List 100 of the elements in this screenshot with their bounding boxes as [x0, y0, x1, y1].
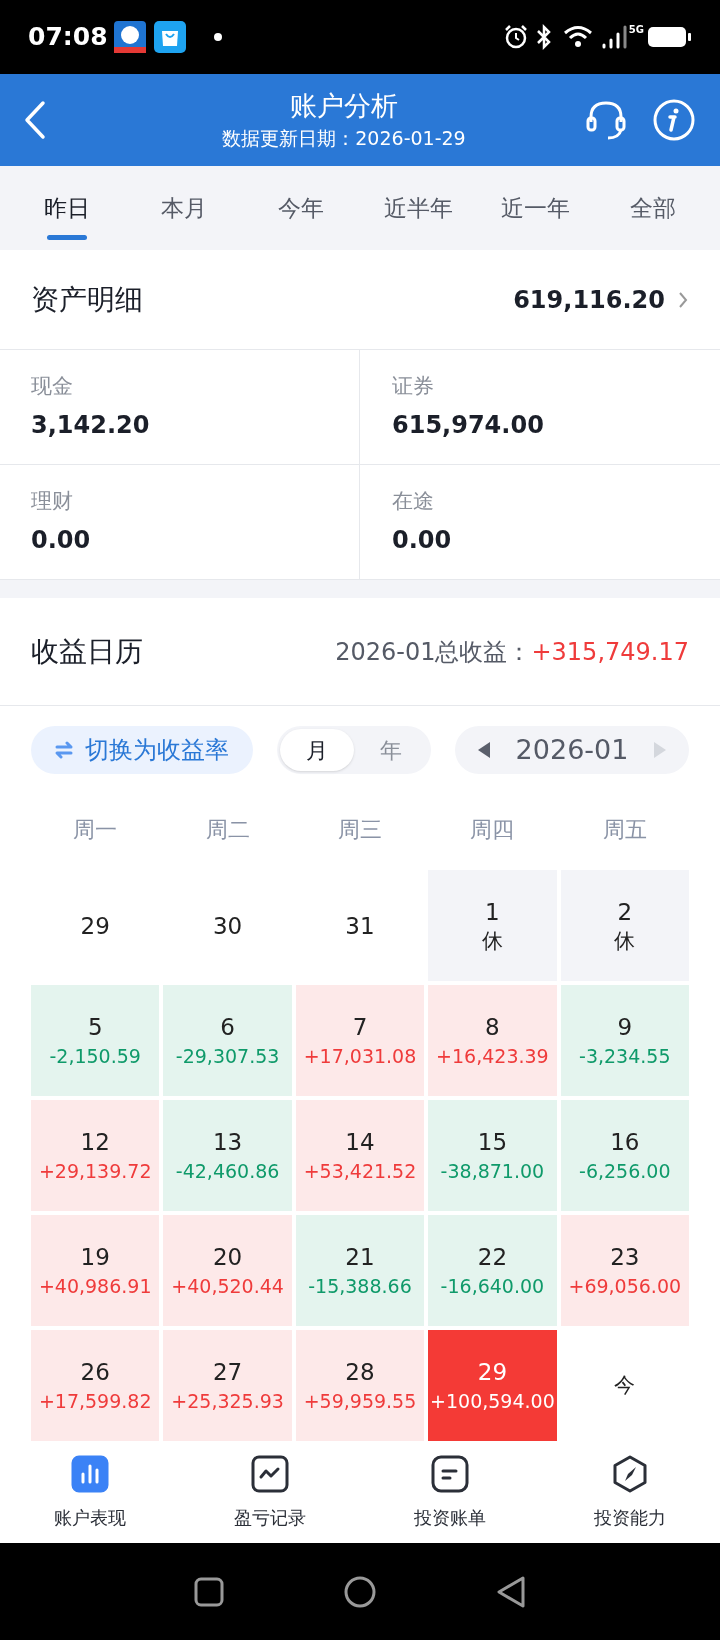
calendar-day[interactable]: 13 -42,460.86 [163, 1100, 292, 1211]
bottom-nav-item[interactable]: 投资账单 [360, 1453, 540, 1531]
month-label: 2026-01 [515, 732, 629, 767]
bluetooth-icon [534, 24, 553, 50]
day-number: 5 [87, 1012, 103, 1042]
day-number: 今 [614, 1371, 636, 1399]
calendar-day[interactable]: 20 +40,520.44 [163, 1215, 292, 1326]
calendar-day[interactable]: 2 休 [560, 870, 689, 981]
wifi-icon [562, 25, 593, 49]
calendar-day[interactable]: 26 +17,599.82 [31, 1330, 160, 1441]
period-tab[interactable]: 本月 [125, 166, 243, 250]
switch-to-rate-button[interactable]: 切换为收益率 [31, 726, 253, 774]
network-type: 5G [628, 23, 644, 37]
daily-profit: +59,959.55 [303, 1388, 417, 1414]
weekday-label: 周二 [204, 815, 251, 844]
bottom-nav-item[interactable]: 投资能力 [540, 1453, 720, 1531]
daily-profit: -3,234.55 [579, 1043, 671, 1069]
day-number: 9 [617, 1012, 633, 1042]
period-tab[interactable]: 昨日 [8, 166, 126, 250]
weekday-label: 周五 [601, 815, 648, 844]
daily-profit: +40,986.91 [38, 1273, 152, 1299]
calendar-day[interactable]: 12 +29,139.72 [31, 1100, 160, 1211]
back-icon [24, 100, 46, 140]
asset-label: 现金 [31, 373, 74, 401]
previous-month-icon[interactable] [477, 741, 491, 759]
asset-label: 证券 [392, 373, 435, 401]
page-title: 账户分析 [290, 89, 398, 123]
daily-profit: -38,871.00 [440, 1158, 545, 1184]
day-number: 14 [345, 1127, 375, 1157]
daily-profit: -42,460.86 [175, 1158, 280, 1184]
day-number: 30 [212, 911, 243, 941]
period-tab[interactable]: 近半年 [360, 166, 478, 250]
daily-profit: -29,307.53 [175, 1043, 280, 1069]
day-number: 31 [345, 911, 375, 941]
holiday-label: 休 [481, 927, 503, 955]
day-number: 13 [212, 1127, 243, 1157]
swap-icon [55, 741, 73, 759]
home-icon[interactable] [344, 1575, 376, 1608]
calendar-day[interactable]: 1 休 [428, 870, 557, 981]
calendar-day[interactable]: 27 +25,325.93 [163, 1330, 292, 1441]
asset-value: 615,974.00 [392, 409, 545, 441]
weekday-label: 周一 [72, 815, 119, 844]
asset-label: 理财 [31, 488, 74, 516]
weekday-label: 周四 [469, 815, 516, 844]
calendar-day[interactable]: 16 -6,256.00 [560, 1100, 689, 1211]
asset-label: 在途 [392, 488, 435, 516]
back-nav-icon[interactable] [496, 1575, 526, 1608]
calendar-day[interactable]: 23 +69,056.00 [560, 1215, 689, 1326]
view-mode-option[interactable]: 月 [280, 729, 354, 771]
calendar-day[interactable]: 6 -29,307.53 [163, 985, 292, 1096]
daily-profit: +69,056.00 [568, 1273, 682, 1299]
monthly-total-value: +315,749.17 [531, 636, 689, 668]
day-number: 8 [485, 1012, 500, 1042]
daily-profit: -16,640.00 [440, 1273, 545, 1299]
bottom-nav-item[interactable]: 盈亏记录 [180, 1453, 360, 1531]
recent-apps-icon[interactable] [194, 1576, 224, 1607]
calendar-day[interactable]: 28 +59,959.55 [295, 1330, 425, 1441]
info-icon[interactable] [652, 98, 696, 142]
section-title: 资产明细 [31, 281, 144, 318]
daily-profit: -6,256.00 [579, 1158, 671, 1184]
calendar-day[interactable]: 7 +17,031.08 [295, 985, 425, 1096]
day-number: 20 [212, 1242, 243, 1272]
asset-value: 0.00 [392, 524, 453, 556]
signal-icon [600, 23, 629, 51]
battery-icon [648, 26, 692, 48]
calendar-day[interactable]: 8 +16,423.39 [428, 985, 557, 1096]
asset-value: 0.00 [31, 524, 92, 556]
day-number: 16 [610, 1127, 640, 1157]
bottom-nav-item[interactable]: 账户表现 [0, 1453, 180, 1531]
period-tab[interactable]: 今年 [242, 166, 360, 250]
day-number: 6 [220, 1012, 235, 1042]
total-assets[interactable]: 619,116.20 [513, 281, 665, 318]
day-number: 7 [352, 1012, 368, 1042]
asset-value: 3,142.20 [31, 409, 151, 441]
day-number: 27 [212, 1357, 243, 1387]
day-number: 21 [345, 1242, 375, 1272]
day-number: 28 [345, 1357, 375, 1387]
calendar-day[interactable]: 22 -16,640.00 [428, 1215, 557, 1326]
shopping-bag-icon [153, 21, 186, 53]
day-number: 1 [485, 897, 500, 927]
daily-profit: +17,031.08 [303, 1043, 417, 1069]
day-number: 2 [617, 897, 633, 927]
weekday-label: 周三 [337, 815, 383, 844]
app-icon [113, 21, 146, 53]
period-tab[interactable]: 近一年 [477, 166, 595, 250]
period-tab[interactable]: 全部 [594, 166, 712, 250]
chevron-right-icon[interactable] [677, 290, 689, 309]
calendar-day[interactable]: 14 +53,421.52 [295, 1100, 425, 1211]
calendar-day[interactable]: 5 -2,150.59 [31, 985, 160, 1096]
day-number: 23 [610, 1242, 640, 1272]
holiday-label: 休 [614, 927, 636, 955]
calendar-day[interactable]: 15 -38,871.00 [428, 1100, 557, 1211]
daily-profit: +25,325.93 [171, 1388, 284, 1414]
daily-profit: +16,423.39 [436, 1043, 549, 1069]
calendar-day[interactable]: 21 -15,388.66 [295, 1215, 425, 1326]
section-title: 收益日历 [31, 633, 144, 670]
bar-chart-icon [70, 1453, 110, 1494]
calendar-day[interactable]: 29 +100,594.00 [428, 1330, 557, 1441]
calendar-day[interactable]: 19 +40,986.91 [31, 1215, 160, 1326]
calendar-day[interactable]: 9 -3,234.55 [560, 985, 689, 1096]
